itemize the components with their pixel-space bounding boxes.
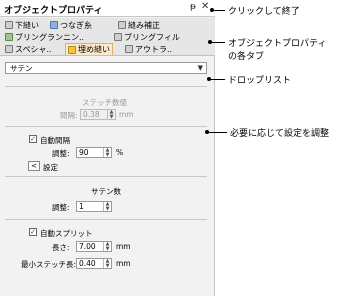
separator	[5, 86, 207, 87]
length-input[interactable]: 7.00 ▲ ▼	[76, 241, 112, 252]
settings-annotation: 必要に応じて設定を調整	[230, 129, 330, 139]
auto-spacing-checkbox[interactable]: ✓	[29, 135, 37, 143]
annotation-line	[207, 132, 227, 133]
spinner-icon[interactable]: ▲ ▼	[103, 242, 111, 251]
satin-adjust-label: 調整:	[52, 203, 70, 212]
length-unit: mm	[116, 242, 131, 251]
separator	[5, 176, 207, 177]
tab-label: ブリングランニン..	[15, 32, 85, 42]
settings-label: 設定	[43, 163, 58, 172]
min-stitch-unit: mm	[116, 259, 131, 268]
tab-outline[interactable]: アウトラ..	[123, 43, 174, 55]
tabs-annotation-line1: オブジェクトプロパティ	[228, 39, 327, 49]
adjust-value: 90	[79, 148, 89, 157]
spinner-icon[interactable]: ▲ ▼	[103, 148, 111, 157]
adjust-percent-input[interactable]: 90 ▲ ▼	[76, 147, 112, 158]
object-properties-panel: オブジェクトプロパティ ᵽ ✕ 下縫い つなぎ糸 縫み補正 ブリングランニン..…	[0, 0, 215, 296]
tab-underlay[interactable]: 下縫い	[3, 19, 41, 31]
dropdown-annotation: ドロップリスト	[228, 76, 292, 86]
tab-strip: 下縫い つなぎ糸 縫み補正 ブリングランニン.. ブリングフィル スペシャ.. …	[0, 18, 215, 56]
stitch-values-header: ステッチ数値	[82, 98, 127, 107]
tab-bling-run[interactable]: ブリングランニン..	[3, 31, 86, 43]
bling-fill-icon	[114, 33, 122, 41]
special-icon	[5, 45, 13, 53]
tab-label: 埋め縫い	[78, 45, 110, 54]
auto-split-checkbox[interactable]: ✓	[29, 228, 37, 236]
tab-connector[interactable]: つなぎ糸	[48, 19, 94, 31]
panel-title: オブジェクトプロパティ	[4, 6, 103, 16]
separator	[5, 219, 207, 220]
adjust-label: 調整:	[52, 149, 70, 158]
annotation-line	[210, 42, 225, 43]
close-annotation: クリックして終了	[228, 7, 300, 17]
panel-titlebar: オブジェクトプロパティ ᵽ ✕	[0, 0, 215, 17]
spinner-icon[interactable]: ▲ ▼	[107, 110, 115, 119]
tab-special[interactable]: スペシャ..	[3, 43, 54, 55]
settings-toggle-button[interactable]: <	[28, 161, 40, 171]
bling-run-icon	[5, 33, 13, 41]
tab-label: アウトラ..	[135, 44, 173, 54]
tabs-annotation-line2: の各タブ	[228, 52, 265, 62]
spacing-value: 0.38	[83, 110, 100, 119]
tab-label: スペシャ..	[15, 44, 52, 54]
satin-count-header: サテン数	[91, 187, 121, 196]
min-stitch-input[interactable]: 0.40 ▲ ▼	[76, 258, 112, 269]
spacing-label: 間隔:	[60, 111, 78, 120]
spacing-input[interactable]: 0.38 ▲ ▼	[80, 109, 116, 120]
tab-label: つなぎ糸	[60, 20, 92, 30]
auto-spacing-label: 自動間隔	[40, 136, 70, 145]
satin-adjust-value: 1	[79, 202, 84, 211]
tab-fill-stitch[interactable]: 埋め縫い	[65, 43, 113, 55]
spinner-icon[interactable]: ▲ ▼	[103, 259, 111, 268]
adjust-unit: %	[116, 148, 124, 157]
chevron-down-icon[interactable]: ▼	[198, 64, 203, 72]
separator	[5, 126, 207, 127]
annotation-line	[209, 79, 225, 80]
tab-label: 縫み補正	[128, 20, 160, 30]
tab-bling-fill[interactable]: ブリングフィル	[112, 31, 182, 43]
connector-icon	[50, 21, 58, 29]
tab-label: ブリングフィル	[124, 32, 180, 42]
pin-icon[interactable]: ᵽ	[190, 2, 196, 12]
tab-label: 下縫い	[15, 20, 39, 30]
underlay-icon	[5, 21, 13, 29]
length-value: 7.00	[79, 242, 96, 251]
min-stitch-value: 0.40	[79, 259, 96, 268]
min-stitch-label: 最小ステッチ長:	[21, 260, 77, 269]
length-label: 長さ:	[52, 243, 70, 252]
auto-split-label: 自動スプリット	[40, 229, 93, 238]
outline-icon	[125, 45, 133, 53]
dropdown-value: サテン	[10, 63, 33, 73]
stitch-type-dropdown[interactable]: サテン ▼	[5, 62, 207, 74]
annotation-line	[212, 10, 225, 11]
spacing-unit: mm	[119, 110, 134, 119]
spinner-icon[interactable]: ▲ ▼	[103, 202, 111, 211]
fill-stitch-icon	[68, 45, 76, 54]
tab-pull-compensation[interactable]: 縫み補正	[116, 19, 162, 31]
compensation-icon	[118, 21, 126, 29]
satin-adjust-input[interactable]: 1 ▲ ▼	[76, 201, 112, 212]
close-icon[interactable]: ✕	[201, 1, 209, 12]
